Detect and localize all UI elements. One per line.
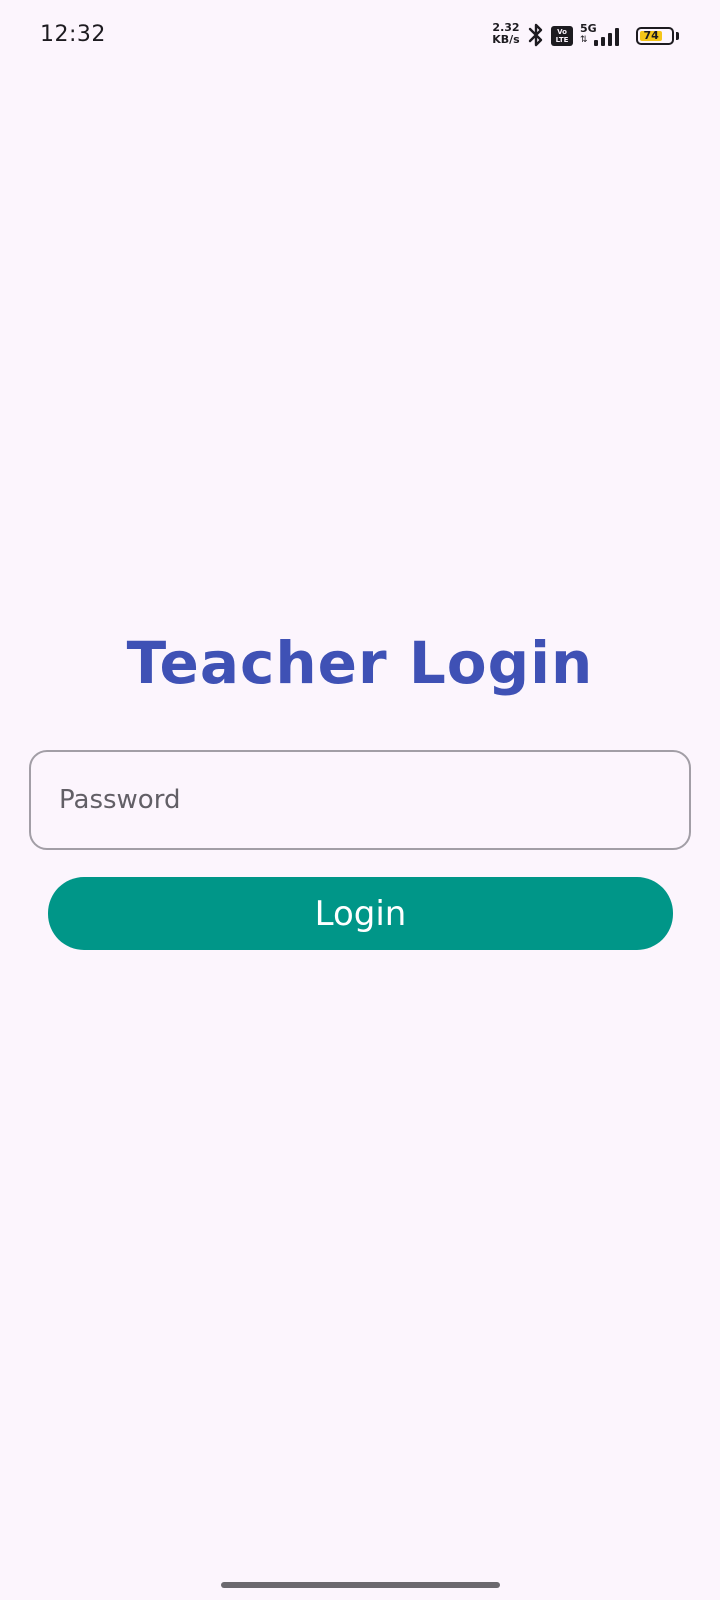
volte-bottom-label: LTE <box>555 36 569 44</box>
battery-level: 74 <box>643 29 659 42</box>
volte-top-label: Vo <box>557 28 567 36</box>
status-time: 12:32 <box>40 22 106 47</box>
gesture-nav-handle[interactable] <box>221 1582 500 1588</box>
page-title: Teacher Login <box>126 629 594 697</box>
battery-fill: 74 <box>640 29 663 42</box>
bluetooth-icon <box>528 23 543 47</box>
data-activity-icon: ⇅ <box>580 35 588 45</box>
network-speed-unit: KB/s <box>492 33 520 46</box>
battery-icon: 74 <box>636 27 674 45</box>
battery-tip <box>676 32 679 40</box>
signal-icon <box>594 28 619 46</box>
password-field[interactable] <box>29 750 691 850</box>
login-button[interactable]: Login <box>48 877 673 950</box>
password-input[interactable] <box>31 752 689 848</box>
volte-icon: Vo LTE <box>551 26 573 46</box>
status-bar: 12:32 2.32 KB/s Vo LTE 5G ⇅ 74 <box>0 0 720 72</box>
network-speed: 2.32 KB/s <box>488 22 524 46</box>
